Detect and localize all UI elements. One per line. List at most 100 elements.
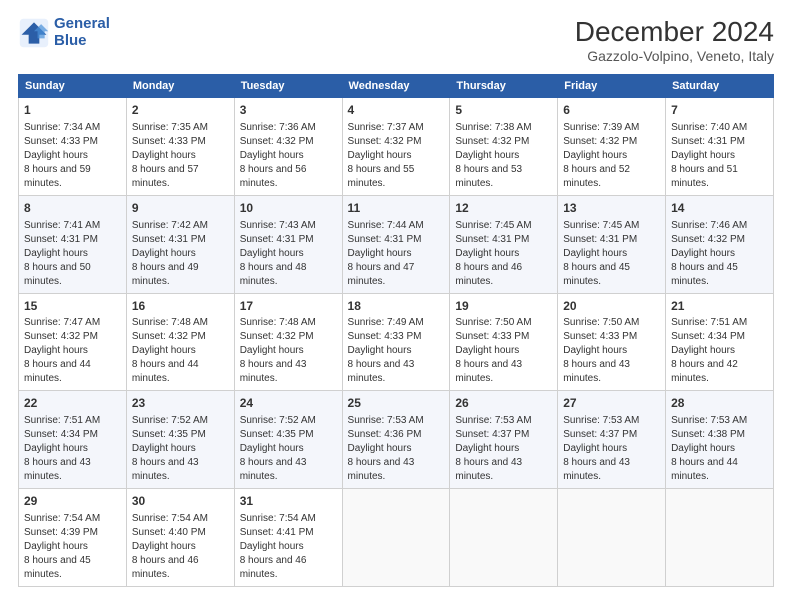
daylight-label: Daylight hours — [240, 541, 304, 552]
sunrise-label: Sunrise: 7:40 AM — [671, 122, 747, 133]
sunset-label: Sunset: 4:39 PM — [24, 527, 98, 538]
daylight-duration: 8 hours and 46 minutes. — [455, 262, 522, 287]
calendar-cell: 20Sunrise: 7:50 AMSunset: 4:33 PMDayligh… — [558, 293, 666, 391]
calendar-cell: 21Sunrise: 7:51 AMSunset: 4:34 PMDayligh… — [666, 293, 774, 391]
calendar-cell: 9Sunrise: 7:42 AMSunset: 4:31 PMDaylight… — [126, 195, 234, 293]
day-number: 28 — [671, 395, 768, 412]
sunset-label: Sunset: 4:33 PM — [132, 136, 206, 147]
daylight-duration: 8 hours and 45 minutes. — [563, 262, 630, 287]
sunset-label: Sunset: 4:31 PM — [240, 234, 314, 245]
sunset-label: Sunset: 4:32 PM — [348, 136, 422, 147]
daylight-duration: 8 hours and 59 minutes. — [24, 164, 91, 189]
day-header-wednesday: Wednesday — [342, 75, 450, 98]
calendar-cell — [666, 489, 774, 587]
calendar-cell: 18Sunrise: 7:49 AMSunset: 4:33 PMDayligh… — [342, 293, 450, 391]
sunrise-label: Sunrise: 7:39 AM — [563, 122, 639, 133]
day-header-tuesday: Tuesday — [234, 75, 342, 98]
sunrise-label: Sunrise: 7:37 AM — [348, 122, 424, 133]
day-number: 2 — [132, 102, 229, 119]
header-row: SundayMondayTuesdayWednesdayThursdayFrid… — [19, 75, 774, 98]
sunrise-label: Sunrise: 7:50 AM — [455, 317, 531, 328]
calendar-cell: 24Sunrise: 7:52 AMSunset: 4:35 PMDayligh… — [234, 391, 342, 489]
page: General Blue December 2024 Gazzolo-Volpi… — [0, 0, 792, 612]
sunset-label: Sunset: 4:34 PM — [671, 331, 745, 342]
daylight-label: Daylight hours — [671, 150, 735, 161]
sunrise-label: Sunrise: 7:53 AM — [455, 415, 531, 426]
sunset-label: Sunset: 4:35 PM — [240, 429, 314, 440]
day-number: 11 — [348, 200, 445, 217]
daylight-duration: 8 hours and 43 minutes. — [240, 457, 307, 482]
calendar-cell: 31Sunrise: 7:54 AMSunset: 4:41 PMDayligh… — [234, 489, 342, 587]
daylight-duration: 8 hours and 45 minutes. — [671, 262, 738, 287]
sunset-label: Sunset: 4:32 PM — [455, 136, 529, 147]
day-number: 10 — [240, 200, 337, 217]
day-number: 25 — [348, 395, 445, 412]
day-number: 12 — [455, 200, 552, 217]
sunrise-label: Sunrise: 7:54 AM — [240, 513, 316, 524]
sunrise-label: Sunrise: 7:51 AM — [671, 317, 747, 328]
daylight-duration: 8 hours and 48 minutes. — [240, 262, 307, 287]
daylight-label: Daylight hours — [455, 345, 519, 356]
day-number: 18 — [348, 298, 445, 315]
day-number: 15 — [24, 298, 121, 315]
sunrise-label: Sunrise: 7:53 AM — [348, 415, 424, 426]
header: General Blue December 2024 Gazzolo-Volpi… — [18, 16, 774, 64]
sunrise-label: Sunrise: 7:48 AM — [240, 317, 316, 328]
daylight-label: Daylight hours — [132, 443, 196, 454]
calendar-cell: 14Sunrise: 7:46 AMSunset: 4:32 PMDayligh… — [666, 195, 774, 293]
sunrise-label: Sunrise: 7:43 AM — [240, 220, 316, 231]
calendar-cell: 17Sunrise: 7:48 AMSunset: 4:32 PMDayligh… — [234, 293, 342, 391]
sunset-label: Sunset: 4:37 PM — [563, 429, 637, 440]
calendar-cell — [558, 489, 666, 587]
calendar-cell: 23Sunrise: 7:52 AMSunset: 4:35 PMDayligh… — [126, 391, 234, 489]
daylight-label: Daylight hours — [24, 443, 88, 454]
sunset-label: Sunset: 4:34 PM — [24, 429, 98, 440]
sunrise-label: Sunrise: 7:44 AM — [348, 220, 424, 231]
daylight-label: Daylight hours — [24, 248, 88, 259]
daylight-label: Daylight hours — [132, 150, 196, 161]
daylight-duration: 8 hours and 43 minutes. — [240, 359, 307, 384]
day-number: 6 — [563, 102, 660, 119]
day-number: 8 — [24, 200, 121, 217]
daylight-duration: 8 hours and 43 minutes. — [348, 457, 415, 482]
sunrise-label: Sunrise: 7:45 AM — [455, 220, 531, 231]
sunset-label: Sunset: 4:35 PM — [132, 429, 206, 440]
sunset-label: Sunset: 4:31 PM — [24, 234, 98, 245]
sunset-label: Sunset: 4:33 PM — [455, 331, 529, 342]
sunset-label: Sunset: 4:31 PM — [671, 136, 745, 147]
daylight-duration: 8 hours and 42 minutes. — [671, 359, 738, 384]
daylight-duration: 8 hours and 46 minutes. — [132, 555, 199, 580]
sunrise-label: Sunrise: 7:35 AM — [132, 122, 208, 133]
daylight-label: Daylight hours — [455, 150, 519, 161]
daylight-label: Daylight hours — [563, 443, 627, 454]
sunset-label: Sunset: 4:32 PM — [671, 234, 745, 245]
sunset-label: Sunset: 4:31 PM — [563, 234, 637, 245]
calendar-cell: 2 Sunrise: 7:35 AM Sunset: 4:33 PM Daylight… — [126, 98, 234, 196]
daylight-duration: 8 hours and 43 minutes. — [563, 359, 630, 384]
daylight-label: Daylight hours — [348, 150, 412, 161]
logo: General Blue — [18, 16, 110, 49]
daylight-label: Daylight hours — [455, 248, 519, 259]
daylight-duration: 8 hours and 43 minutes. — [455, 457, 522, 482]
daylight-label: Daylight hours — [455, 443, 519, 454]
daylight-duration: 8 hours and 53 minutes. — [455, 164, 522, 189]
calendar-cell: 19Sunrise: 7:50 AMSunset: 4:33 PMDayligh… — [450, 293, 558, 391]
daylight-label: Daylight hours — [563, 345, 627, 356]
daylight-label: Daylight hours — [240, 150, 304, 161]
day-header-saturday: Saturday — [666, 75, 774, 98]
sunset-label: Sunset: 4:32 PM — [240, 331, 314, 342]
calendar-week-3: 15Sunrise: 7:47 AMSunset: 4:32 PMDayligh… — [19, 293, 774, 391]
sunrise-label: Sunrise: 7:49 AM — [348, 317, 424, 328]
day-number: 3 — [240, 102, 337, 119]
day-header-thursday: Thursday — [450, 75, 558, 98]
daylight-label: Daylight hours — [348, 248, 412, 259]
day-number: 31 — [240, 493, 337, 510]
month-title: December 2024 — [575, 16, 774, 48]
day-header-sunday: Sunday — [19, 75, 127, 98]
sunrise-label: Sunrise: 7:41 AM — [24, 220, 100, 231]
day-number: 24 — [240, 395, 337, 412]
day-number: 7 — [671, 102, 768, 119]
calendar-cell — [450, 489, 558, 587]
daylight-label: Daylight hours — [132, 345, 196, 356]
daylight-duration: 8 hours and 43 minutes. — [348, 359, 415, 384]
